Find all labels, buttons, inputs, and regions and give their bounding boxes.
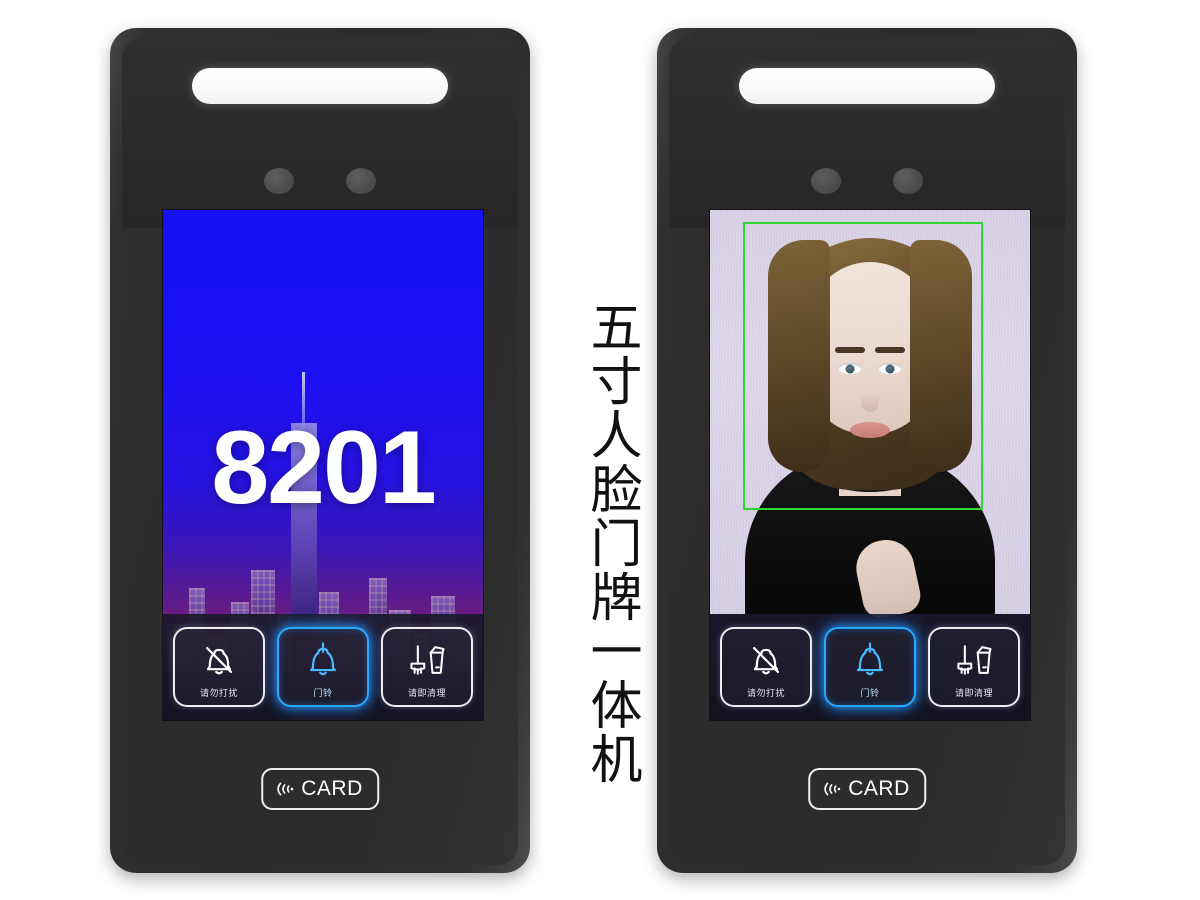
rfid-wave-icon bbox=[820, 776, 846, 802]
product-caption: 五寸人脸门牌一体机 bbox=[581, 300, 641, 786]
live-camera-feed bbox=[710, 210, 1030, 622]
led-light-bar bbox=[192, 68, 448, 104]
action-button-bar-left: 请勿打扰 门铃 请即清理 bbox=[163, 614, 483, 720]
camera-lens-row bbox=[669, 168, 1065, 194]
device-faceplate: 8201 请勿打扰 门铃 请即清理 CARD bbox=[122, 38, 518, 865]
camera-lens-row bbox=[122, 168, 518, 194]
button-label: 请即清理 bbox=[954, 689, 993, 699]
bell-slash-icon bbox=[196, 638, 242, 682]
product-showcase: 8201 请勿打扰 门铃 请即清理 CARD 五寸人脸门牌一体机 请勿打扰 门铃… bbox=[0, 0, 1200, 900]
button-clean-room[interactable]: 请即清理 bbox=[381, 627, 473, 707]
button-clean-room[interactable]: 请即清理 bbox=[928, 627, 1020, 707]
button-do-not-disturb[interactable]: 请勿打扰 bbox=[720, 627, 812, 707]
display-screen-left[interactable]: 8201 请勿打扰 门铃 请即清理 bbox=[163, 210, 483, 720]
led-light-bar bbox=[739, 68, 995, 104]
button-label: 请即清理 bbox=[407, 689, 446, 699]
rfid-wave-icon bbox=[273, 776, 299, 802]
sensor-panel bbox=[669, 38, 1065, 228]
action-button-bar-right: 请勿打扰 门铃 请即清理 bbox=[710, 614, 1030, 720]
button-doorbell[interactable]: 门铃 bbox=[277, 627, 369, 707]
button-do-not-disturb[interactable]: 请勿打扰 bbox=[173, 627, 265, 707]
camera-lens-right bbox=[346, 168, 376, 194]
device-faceplate: 请勿打扰 门铃 请即清理 CARD bbox=[669, 38, 1065, 865]
sensor-panel bbox=[122, 38, 518, 228]
card-reader-label: CARD bbox=[848, 777, 910, 800]
device-left: 8201 请勿打扰 门铃 请即清理 CARD bbox=[110, 28, 530, 873]
button-doorbell[interactable]: 门铃 bbox=[824, 627, 916, 707]
card-reader-badge-right[interactable]: CARD bbox=[808, 768, 926, 810]
room-number-display: 8201 bbox=[211, 410, 436, 526]
camera-lens-left bbox=[811, 168, 841, 194]
broom-trash-icon bbox=[404, 638, 450, 682]
card-reader-label: CARD bbox=[301, 777, 363, 800]
button-label: 门铃 bbox=[860, 689, 880, 699]
camera-lens-right bbox=[893, 168, 923, 194]
bell-icon bbox=[300, 638, 346, 682]
face-detection-box bbox=[743, 222, 983, 510]
bell-slash-icon bbox=[743, 638, 789, 682]
broom-trash-icon bbox=[951, 638, 997, 682]
display-screen-right[interactable]: 请勿打扰 门铃 请即清理 bbox=[710, 210, 1030, 720]
device-right: 请勿打扰 门铃 请即清理 CARD bbox=[657, 28, 1077, 873]
camera-lens-left bbox=[264, 168, 294, 194]
button-label: 门铃 bbox=[313, 689, 333, 699]
button-label: 请勿打扰 bbox=[199, 689, 238, 699]
bell-icon bbox=[847, 638, 893, 682]
button-label: 请勿打扰 bbox=[746, 689, 785, 699]
card-reader-badge-left[interactable]: CARD bbox=[261, 768, 379, 810]
